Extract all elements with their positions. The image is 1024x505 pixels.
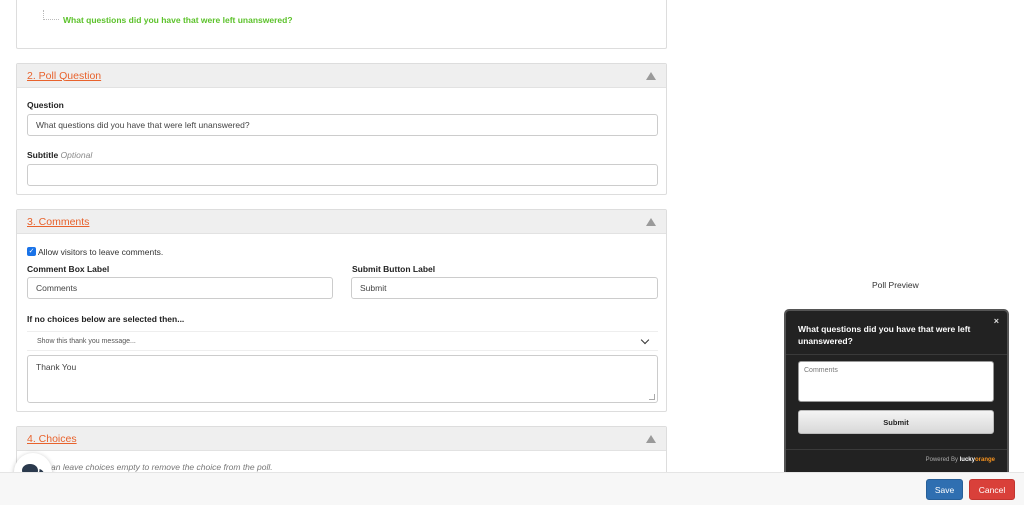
- preview-submit-button[interactable]: Submit: [798, 410, 994, 434]
- preview-divider-bottom: [786, 449, 1007, 450]
- question-input[interactable]: What questions did you have that were le…: [27, 114, 658, 136]
- if-no-choices-label: If no choices below are selected then...: [27, 314, 185, 324]
- thank-you-textarea[interactable]: Thank You: [27, 355, 658, 403]
- no-choices-select[interactable]: Show this thank you message...: [27, 331, 658, 351]
- poll-preview-label: Poll Preview: [872, 280, 919, 290]
- resize-handle[interactable]: [649, 394, 655, 400]
- caret-up-icon[interactable]: [646, 217, 656, 226]
- close-icon[interactable]: ×: [994, 316, 999, 326]
- save-button[interactable]: Save: [926, 479, 963, 500]
- footer-bar: Save Cancel: [0, 472, 1024, 505]
- subtitle-label-text: Subtitle: [27, 150, 59, 160]
- question-label: Question: [27, 100, 64, 110]
- cancel-button[interactable]: Cancel: [969, 479, 1015, 500]
- caret-up-icon[interactable]: [646, 71, 656, 80]
- submit-button-input[interactable]: Submit: [351, 277, 658, 299]
- preview-question: What questions did you have that were le…: [798, 324, 971, 346]
- choices-header[interactable]: 4. Choices: [17, 427, 666, 451]
- powered-by: Powered By luckyorange: [926, 457, 995, 463]
- subtitle-label: Subtitle Optional: [27, 150, 92, 160]
- choices-title[interactable]: 4. Choices: [27, 433, 77, 445]
- poll-question-panel: 2. Poll Question Question What questions…: [16, 63, 667, 195]
- brand-orange: orange: [974, 457, 995, 463]
- caret-up-icon[interactable]: [646, 434, 656, 443]
- brand-lucky: lucky: [959, 457, 975, 463]
- subtitle-input[interactable]: [27, 164, 658, 186]
- powered-by-text: Powered By: [925, 457, 958, 463]
- allow-comments-checkbox[interactable]: ✓: [27, 247, 36, 256]
- poll-question-header[interactable]: 2. Poll Question: [17, 64, 666, 88]
- poll-preview: What questions did you have that were le…: [784, 309, 1009, 479]
- submit-button-label: Submit Button Label: [352, 264, 436, 274]
- poll-question-title[interactable]: 2. Poll Question: [27, 70, 101, 82]
- thank-you-text: Thank You: [36, 362, 77, 372]
- comment-box-label: Comment Box Label: [27, 264, 110, 274]
- comments-header[interactable]: 3. Comments: [17, 210, 666, 234]
- page: What questions did you have that were le…: [0, 0, 1024, 505]
- tree-connector: [43, 10, 59, 20]
- comments-title[interactable]: 3. Comments: [27, 216, 89, 228]
- choices-panel: 4. Choices an leave choices empty to rem…: [16, 426, 667, 476]
- preview-divider-top: [786, 354, 1007, 355]
- chevron-down-icon: [640, 335, 650, 344]
- allow-comments-label[interactable]: Allow visitors to leave comments.: [38, 247, 163, 257]
- choices-note: an leave choices empty to remove the cho…: [51, 462, 273, 472]
- subtitle-optional: Optional: [60, 150, 93, 160]
- answer-item[interactable]: What questions did you have that were le…: [63, 15, 293, 25]
- answers-panel: What questions did you have that were le…: [16, 0, 667, 49]
- no-choices-select-value: Show this thank you message...: [37, 337, 136, 345]
- comment-box-input[interactable]: Comments: [27, 277, 333, 299]
- preview-comments-textarea[interactable]: Comments: [798, 361, 994, 402]
- comments-panel: 3. Comments ✓ Allow visitors to leave co…: [16, 209, 667, 412]
